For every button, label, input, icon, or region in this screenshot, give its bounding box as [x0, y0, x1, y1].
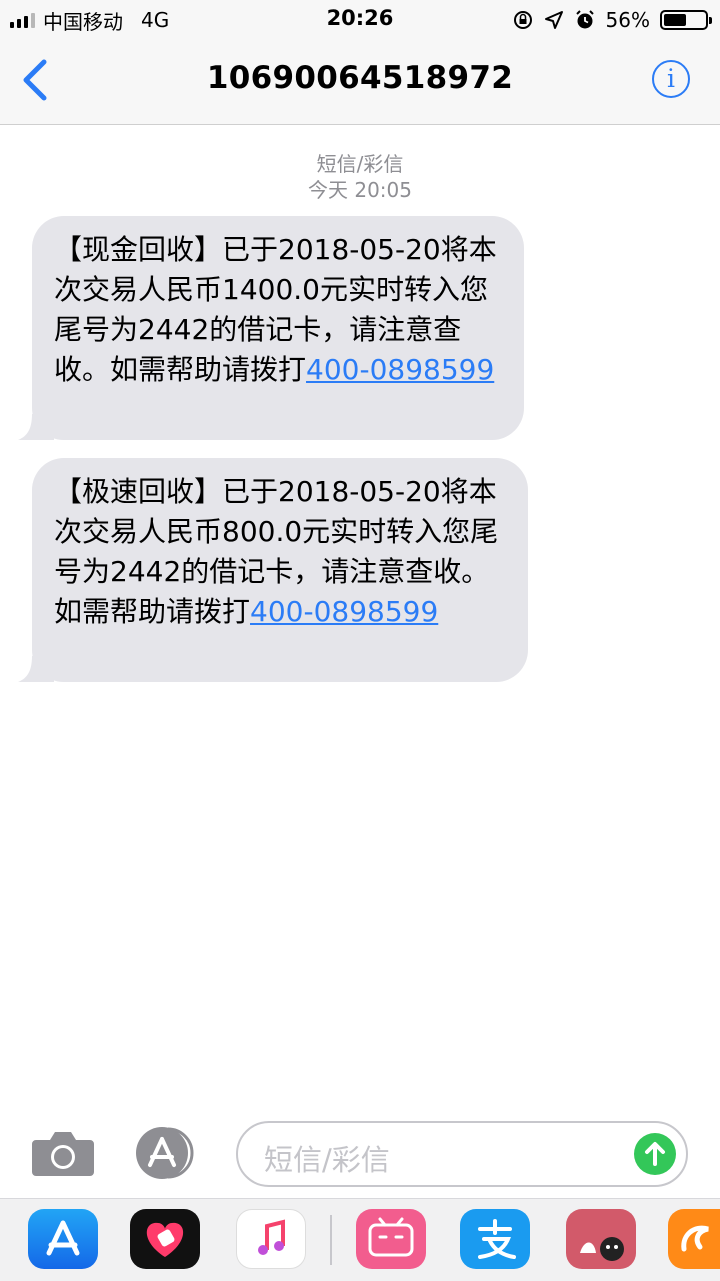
arrow-up-icon	[645, 1142, 665, 1166]
alipay-icon[interactable]	[460, 1209, 530, 1269]
phone-link[interactable]: 400-0898599	[306, 353, 494, 386]
info-icon[interactable]: i	[652, 60, 690, 98]
app-store-icon[interactable]	[28, 1209, 98, 1269]
imessage-app-drawer	[0, 1198, 720, 1281]
message-timestamp: 今天 20:05	[308, 178, 412, 202]
dock-divider	[330, 1215, 332, 1265]
message-bubble[interactable]: 【极速回收】已于2018-05-20将本次交易人民币800.0元实时转入您尾号为…	[18, 458, 528, 682]
contact-title: 10690064518972	[206, 60, 514, 96]
bubble-tail	[18, 414, 54, 440]
message-bubble[interactable]: 【现金回收】已于2018-05-20将本次交易人民币1400.0元实时转入您尾号…	[18, 216, 524, 440]
battery-icon	[660, 10, 712, 30]
heart-app-icon[interactable]	[130, 1209, 200, 1269]
message-input-placeholder: 短信/彩信	[264, 1143, 390, 1177]
uc-browser-icon[interactable]	[668, 1209, 720, 1269]
bubble-tail	[18, 656, 54, 682]
message-input[interactable]: 短信/彩信	[236, 1121, 688, 1187]
bilibili-icon[interactable]	[356, 1209, 426, 1269]
status-bar: 中国移动 4G 20:26 56%	[0, 0, 720, 40]
battery-percent: 56%	[605, 8, 650, 32]
alarm-icon	[575, 10, 594, 29]
cat-app-icon[interactable]	[566, 1209, 636, 1269]
location-icon	[544, 11, 563, 29]
message-type-label: 短信/彩信	[316, 152, 404, 176]
app-store-button-icon[interactable]	[134, 1125, 198, 1181]
navigation-bar: 10690064518972 i	[0, 40, 720, 125]
orientation-lock-icon	[513, 11, 532, 29]
music-icon[interactable]	[236, 1209, 306, 1269]
send-button[interactable]	[634, 1133, 676, 1175]
phone-link[interactable]: 400-0898599	[250, 595, 438, 628]
camera-icon[interactable]	[32, 1128, 94, 1176]
